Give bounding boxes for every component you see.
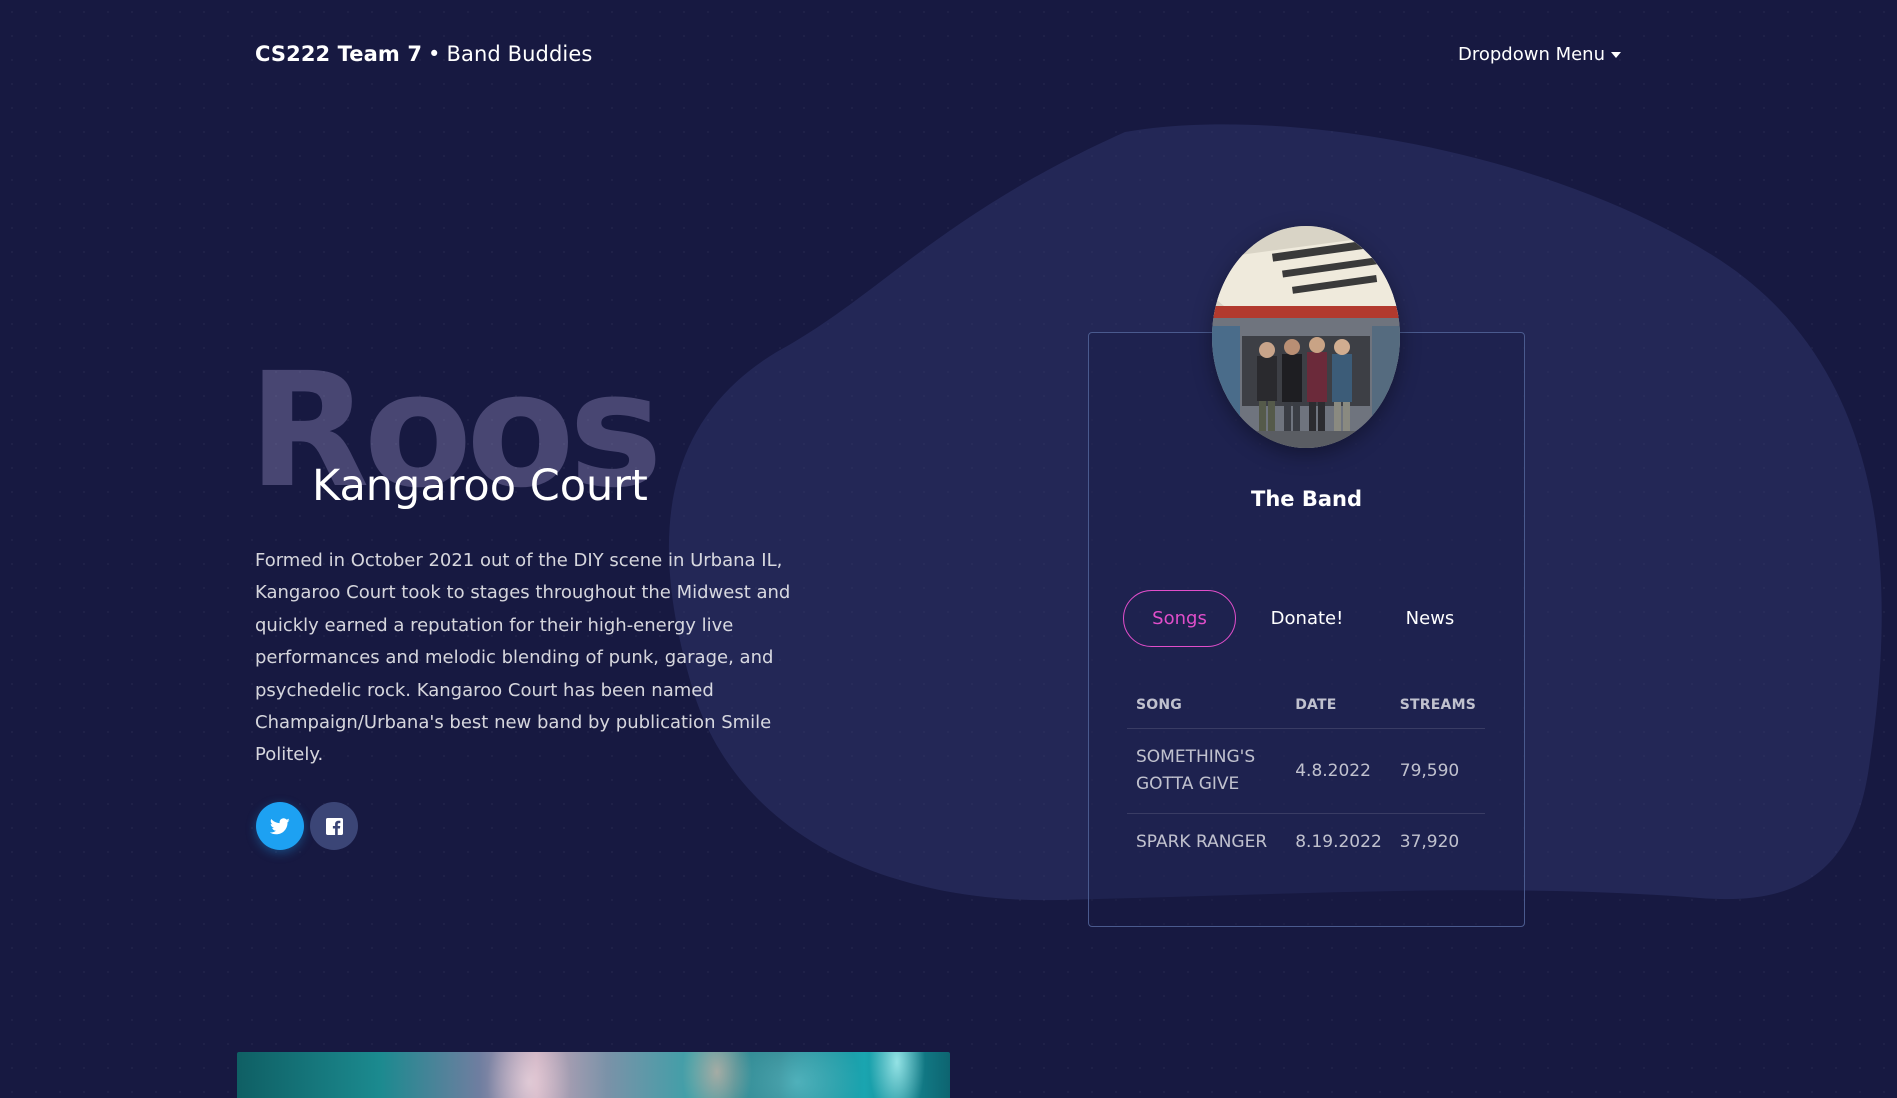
caret-down-icon xyxy=(1611,52,1621,58)
dropdown-menu-label: Dropdown Menu xyxy=(1457,43,1605,65)
hero-title: Kangaroo Court xyxy=(312,461,648,511)
song-title: SOMETHING'S GOTTA GIVE xyxy=(1127,728,1287,814)
band-photo xyxy=(1212,226,1400,448)
table-row: SPARK RANGER 8.19.2022 37,920 xyxy=(1127,814,1485,872)
facebook-button[interactable] xyxy=(310,802,358,850)
hero-description: Formed in October 2021 out of the DIY sc… xyxy=(255,550,791,766)
facebook-icon xyxy=(325,817,343,835)
song-date: 8.19.2022 xyxy=(1295,832,1382,852)
social-links xyxy=(256,802,358,850)
column-header-date: DATE xyxy=(1286,685,1391,729)
song-streams: 79,590 xyxy=(1390,728,1485,814)
column-header-song: SONG xyxy=(1127,685,1287,729)
tab-songs[interactable]: Songs xyxy=(1123,590,1236,647)
table-header-row: SONG DATE STREAMS xyxy=(1127,685,1485,729)
song-title: SPARK RANGER xyxy=(1136,832,1268,852)
navbar: CS222 Team 7 • Band Buddies Dropdown Men… xyxy=(255,34,1621,74)
dropdown-menu-toggle[interactable]: Dropdown Menu xyxy=(1458,44,1621,65)
card-title: The Band xyxy=(1251,487,1362,511)
brand-separator: • xyxy=(428,42,441,66)
song-streams: 37,920 xyxy=(1399,832,1460,852)
tab-donate[interactable]: Donate! xyxy=(1236,590,1378,647)
twitter-icon xyxy=(270,817,290,834)
song-date: 4.8.2022 xyxy=(1286,728,1391,814)
column-header-streams: STREAMS xyxy=(1390,685,1485,729)
tab-news[interactable]: News xyxy=(1378,590,1482,647)
songs-table: SONG DATE STREAMS SOMETHING'S GOTTA GIVE… xyxy=(1127,685,1485,871)
brand-team: CS222 Team 7 xyxy=(255,42,423,66)
brand-link[interactable]: CS222 Team 7 • Band Buddies xyxy=(255,42,592,66)
card-tabs: Songs Donate! News xyxy=(1123,590,1482,647)
concert-image-banner xyxy=(237,1052,950,1098)
twitter-button[interactable] xyxy=(256,802,304,850)
table-row: SOMETHING'S GOTTA GIVE 4.8.2022 79,590 xyxy=(1127,728,1485,814)
brand-subtitle: Band Buddies xyxy=(446,42,593,66)
